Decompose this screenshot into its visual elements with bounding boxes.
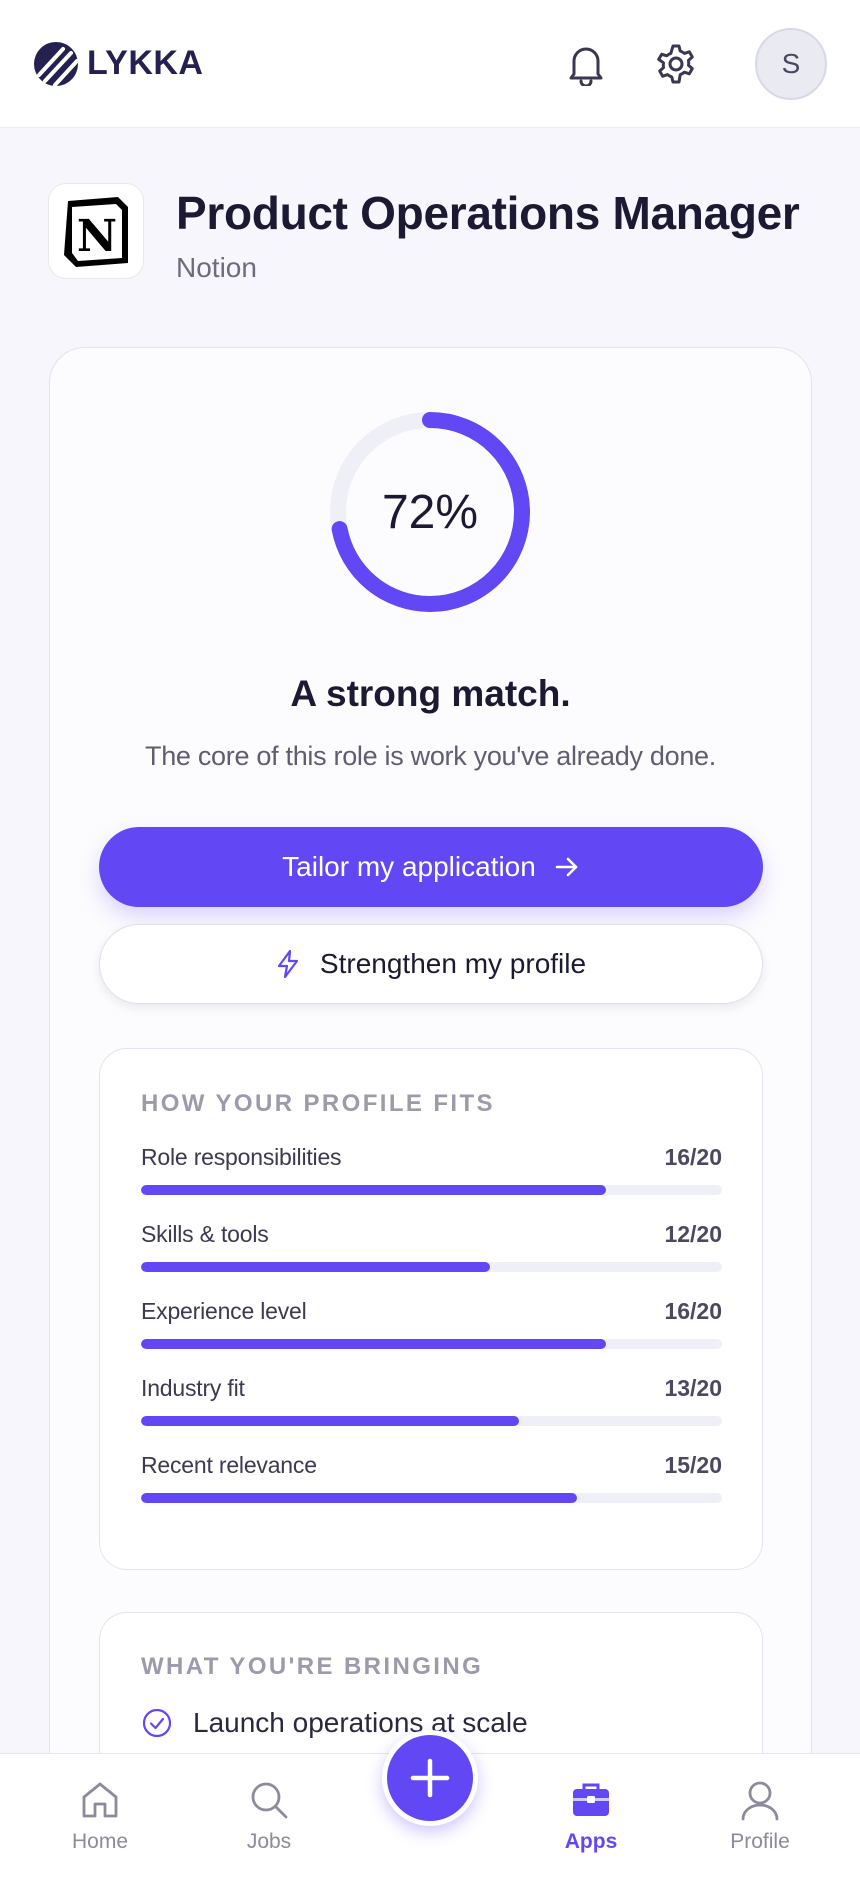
- company-logo: N: [48, 183, 144, 279]
- fit-row-fill: [141, 1185, 606, 1195]
- profile-fit-section: HOW YOUR PROFILE FITS Role responsibilit…: [99, 1048, 763, 1570]
- bringing-heading: WHAT YOU'RE BRINGING: [141, 1653, 484, 1680]
- fit-row-fill: [141, 1416, 519, 1426]
- tailor-application-button[interactable]: Tailor my application: [99, 827, 763, 907]
- lightning-icon: [277, 949, 299, 979]
- fit-row-track: [141, 1493, 722, 1503]
- strengthen-profile-label: Strengthen my profile: [319, 948, 587, 979]
- lykka-logo-icon: [34, 41, 79, 87]
- fit-row-track: [141, 1416, 722, 1426]
- fit-row-score: 15/20: [664, 1452, 722, 1478]
- profile-fit-heading: HOW YOUR PROFILE FITS: [141, 1090, 495, 1117]
- arrow-right-icon: [555, 857, 578, 877]
- fit-row-fill: [141, 1262, 490, 1272]
- nav-label-apps: Apps: [564, 1830, 618, 1853]
- tailor-application-label: Tailor my application: [282, 851, 536, 882]
- app-header: LYKKA S: [0, 0, 860, 128]
- fit-row-label: Industry fit: [141, 1375, 245, 1401]
- bringing-item-text: Launch operations at scale: [193, 1707, 528, 1738]
- search-icon: [251, 1782, 288, 1819]
- fit-row-fill: [141, 1339, 606, 1349]
- nav-label-home: Home: [71, 1830, 129, 1853]
- fit-row-score: 13/20: [664, 1375, 722, 1401]
- home-icon: [82, 1782, 118, 1818]
- brand[interactable]: LYKKA: [33, 41, 204, 87]
- fit-row-score: 16/20: [664, 1298, 722, 1324]
- notion-logo-icon: N: [64, 197, 128, 267]
- fit-row-label: Recent relevance: [141, 1452, 317, 1478]
- nav-item-jobs[interactable]: Jobs: [209, 1754, 329, 1880]
- fit-row: Industry fit 13/20: [141, 1375, 722, 1426]
- avatar[interactable]: S: [755, 27, 827, 100]
- brand-name: LYKKA: [87, 44, 204, 82]
- nav-item-apps[interactable]: Apps: [531, 1754, 651, 1880]
- fit-row: Role responsibilities 16/20: [141, 1144, 722, 1195]
- header-actions: S: [563, 27, 827, 100]
- job-heading: N Product Operations Manager Notion: [48, 183, 800, 284]
- fit-row-track: [141, 1339, 722, 1349]
- plus-icon: [410, 1758, 450, 1798]
- fit-row-label: Role responsibilities: [141, 1144, 342, 1170]
- nav-item-home[interactable]: Home: [40, 1754, 160, 1880]
- check-circle-icon: [142, 1708, 172, 1738]
- notion-logo-letter: N: [77, 211, 117, 262]
- bell-icon: [569, 47, 603, 86]
- fit-row-label: Experience level: [141, 1298, 307, 1324]
- add-button[interactable]: [382, 1730, 478, 1826]
- settings-button[interactable]: [653, 41, 699, 87]
- notifications-button[interactable]: [563, 41, 609, 87]
- strengthen-profile-button[interactable]: Strengthen my profile: [99, 924, 763, 1004]
- fit-row-label: Skills & tools: [141, 1221, 269, 1247]
- job-title: Product Operations Manager: [176, 187, 800, 239]
- fit-row-score: 12/20: [664, 1221, 722, 1247]
- nav-label-profile: Profile: [730, 1830, 790, 1853]
- fit-row: Experience level 16/20: [141, 1298, 722, 1349]
- nav-item-profile[interactable]: Profile: [700, 1754, 820, 1880]
- match-card: 72% A strong match. The core of this rol…: [49, 347, 812, 1880]
- company-name: Notion: [176, 252, 257, 283]
- fit-row-score: 16/20: [664, 1144, 722, 1170]
- job-text: Product Operations Manager Notion: [176, 183, 800, 284]
- match-title: A strong match.: [290, 673, 571, 714]
- fit-row: Skills & tools 12/20: [141, 1221, 722, 1272]
- user-icon: [741, 1781, 779, 1821]
- fit-row: Recent relevance 15/20: [141, 1452, 722, 1503]
- fit-row-fill: [141, 1493, 577, 1503]
- fit-row-track: [141, 1185, 722, 1195]
- match-percent: 72%: [381, 485, 479, 539]
- briefcase-icon: [573, 1783, 609, 1816]
- gear-icon: [657, 44, 694, 83]
- match-subtitle: The core of this role is work you've alr…: [145, 741, 716, 771]
- fit-row-track: [141, 1262, 722, 1272]
- nav-label-jobs: Jobs: [246, 1830, 292, 1853]
